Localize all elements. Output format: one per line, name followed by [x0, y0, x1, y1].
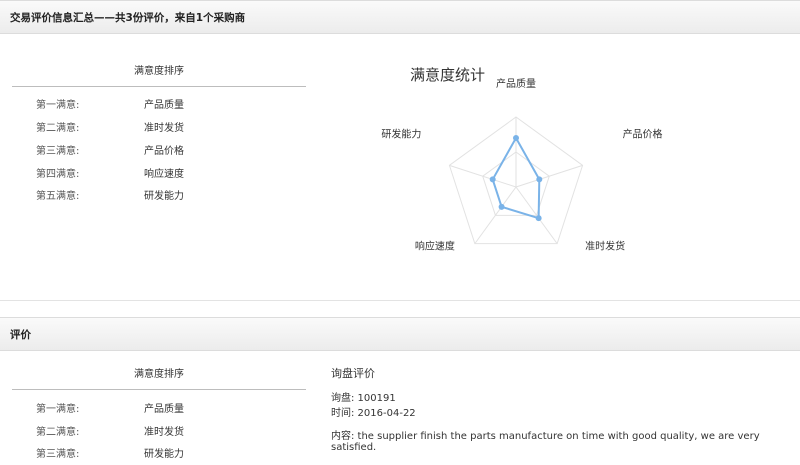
ranking-label: 第二满意:: [36, 427, 80, 438]
radar-chart-title: 满意度统计: [410, 66, 486, 84]
radar-data-point: [489, 176, 496, 183]
ranking-value: 响应速度: [144, 169, 184, 180]
ranking-value: 准时发货: [144, 427, 184, 438]
ranking-row: 第一满意: 产品质量: [12, 96, 306, 116]
section-divider: [0, 300, 800, 301]
ranking-label: 第一满意:: [36, 100, 80, 111]
radar-axis-label: 响应速度: [415, 240, 455, 253]
radar-axis-label: 准时发货: [585, 240, 625, 253]
review-ranking-title: 满意度排序: [134, 369, 184, 380]
ranking-row: 第三满意: 产品价格: [12, 142, 306, 162]
radar-axis-label: 产品价格: [623, 127, 663, 140]
radar-data-point: [498, 203, 505, 210]
radar-data-point: [513, 135, 519, 141]
radar-spoke: [515, 186, 558, 244]
ranking-value: 产品质量: [144, 100, 184, 111]
ranking-value: 准时发货: [144, 123, 184, 134]
review-content: 内容: the supplier finish the parts manufa…: [331, 431, 760, 453]
summary-header-title: 交易评价信息汇总——共3份评价，来自1个采购商: [10, 12, 246, 24]
ranking-value: 产品质量: [144, 404, 184, 415]
radar-data-point: [535, 215, 542, 222]
ranking-row: 第一满意: 产品质量: [12, 400, 306, 420]
ranking-label: 第四满意:: [36, 169, 80, 180]
ranking-label: 第三满意:: [36, 146, 80, 157]
review-time: 时间: 2016-04-22: [331, 408, 416, 419]
ranking-value: 研发能力: [144, 191, 184, 202]
ranking-title: 满意度排序: [134, 66, 184, 77]
radar-spoke: [449, 164, 517, 188]
inquiry-id: 询盘: 100191: [331, 393, 396, 404]
radar-axis-label: 产品质量: [496, 77, 536, 90]
ranking-row: 第二满意: 准时发货: [12, 119, 306, 139]
ranking-value: 研发能力: [144, 449, 184, 460]
summary-header: 交易评价信息汇总——共3份评价，来自1个采购商: [0, 0, 800, 34]
ranking-divider: [12, 86, 306, 87]
inquiry-evaluation-title: 询盘评价: [331, 367, 375, 380]
review-header-title: 评价: [10, 329, 31, 341]
ranking-label: 第五满意:: [36, 191, 80, 202]
radar-spoke: [474, 186, 517, 244]
radar-series-line: [491, 135, 541, 220]
ranking-row: 第五满意: 研发能力: [12, 187, 306, 207]
review-header: 评价: [0, 317, 800, 351]
radar-spoke: [515, 164, 583, 188]
ranking-value: 产品价格: [144, 146, 184, 157]
ranking-label: 第三满意:: [36, 449, 80, 460]
radar-axis-label: 研发能力: [381, 127, 421, 140]
radar-grid-ring: [448, 116, 584, 245]
review-ranking-divider: [12, 389, 306, 390]
ranking-row: 第二满意: 准时发货: [12, 423, 306, 443]
ranking-row: 第三满意: 研发能力: [12, 445, 306, 465]
ranking-label: 第一满意:: [36, 404, 80, 415]
radar-grid-ring: [482, 151, 550, 216]
radar-data-point: [536, 176, 543, 183]
ranking-label: 第二满意:: [36, 123, 80, 134]
ranking-row: 第四满意: 响应速度: [12, 165, 306, 185]
